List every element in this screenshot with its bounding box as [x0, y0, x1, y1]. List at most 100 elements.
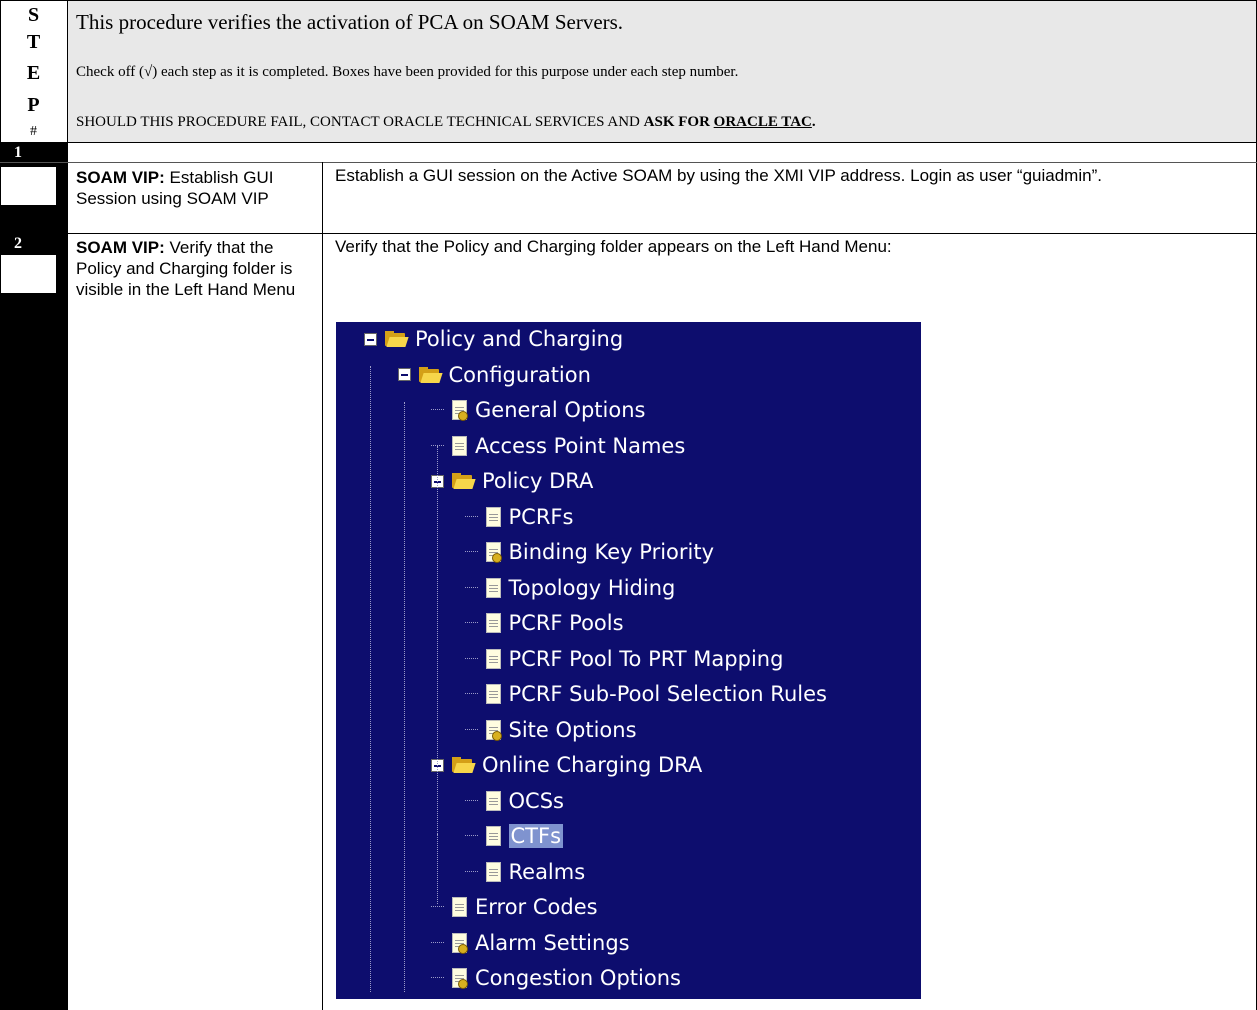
tree-item-access-point-names[interactable]: Access Point Names: [431, 431, 685, 461]
tree-branch: [431, 941, 444, 944]
step-letter-s: S: [27, 4, 40, 26]
document-icon: [485, 506, 501, 527]
row-divider: [0, 233, 1257, 234]
folder-icon: [418, 366, 443, 383]
step-description-label: SOAM VIP:: [76, 168, 165, 187]
document-icon: [485, 684, 501, 704]
row-divider: [0, 162, 1257, 163]
tree-item-label: Topology Hiding: [508, 575, 676, 600]
oracle-tac-link: ORACLE TAC: [713, 114, 812, 130]
tree-item-configuration[interactable]: Configuration: [397, 360, 591, 390]
options-doc-icon: [485, 542, 502, 563]
step-number: 1: [14, 144, 22, 161]
tree-item-label: PCRF Pool To PRT Mapping: [508, 646, 784, 671]
tree-item-ocss[interactable]: OCSs: [464, 786, 564, 816]
tree-item-label: Binding Key Priority: [508, 540, 715, 564]
document-icon: [485, 577, 501, 598]
tree-branch: [464, 657, 478, 660]
tree-item-label: Policy and Charging: [415, 327, 624, 351]
tree-item-general-options[interactable]: General Options: [431, 395, 645, 425]
options-doc-icon: [452, 932, 468, 954]
step-description-label: SOAM VIP:: [76, 238, 165, 257]
step-description: SOAM VIP: Establish GUI Session using SO…: [76, 167, 306, 209]
folder-icon: [385, 331, 409, 347]
tree-item-error-codes[interactable]: Error Codes: [431, 892, 598, 922]
folder-icon: [452, 757, 476, 773]
step-letter-e: E: [26, 62, 41, 84]
tree-item-label: PCRFs: [508, 504, 574, 529]
step-checkbox[interactable]: [1, 167, 56, 205]
document-icon: [452, 435, 467, 456]
table-border-top: [0, 0, 1257, 1]
step-number: 2: [14, 235, 22, 252]
tree-item-label: Online Charging DRA: [482, 753, 703, 777]
tree-branch: [464, 693, 478, 695]
step-checkbox[interactable]: [1, 255, 56, 293]
tree-guide-line: [403, 402, 405, 992]
tree-branch: [464, 870, 478, 873]
tree-item-pcrf-pool-to-prt-mapping[interactable]: PCRF Pool To PRT Mapping: [464, 644, 784, 674]
tree-item-policy-and-charging[interactable]: Policy and Charging: [364, 324, 623, 354]
options-doc-icon: [485, 719, 502, 741]
checkoff-instructions: Check off (√) each step as it is complet…: [76, 64, 739, 80]
tree-item-realms[interactable]: Realms: [464, 857, 586, 887]
tree-item-label: Error Codes: [475, 895, 598, 919]
tree-branch: [464, 622, 478, 624]
tree-item-label: Congestion Options: [475, 966, 681, 990]
tree-item-label: Access Point Names: [475, 433, 686, 458]
warning-text: SHOULD THIS PROCEDURE FAIL, CONTACT ORAC…: [76, 114, 644, 130]
procedure-table: S T E P # This procedure verifies the ac…: [0, 0, 1257, 1010]
step-letter-p: P: [27, 94, 40, 116]
tree-branch: [464, 835, 478, 837]
tree-item-label: OCSs: [508, 788, 564, 813]
tree-item-alarm-settings[interactable]: Alarm Settings: [431, 928, 630, 958]
tree-branch: [464, 728, 478, 731]
tree-item-pcrf-sub-pool-selection-rules[interactable]: PCRF Sub-Pool Selection Rules: [464, 679, 827, 709]
tree-guide-line: [437, 834, 438, 904]
tree-item-label: Configuration: [448, 362, 591, 387]
step-instruction: Establish a GUI session on the Active SO…: [335, 166, 1102, 185]
left-hand-menu-screenshot: Policy and Charging Configuration General …: [336, 322, 921, 999]
tree-branch: [431, 906, 444, 908]
step-hash: #: [30, 124, 37, 139]
step-instruction: Verify that the Policy and Charging fold…: [335, 237, 892, 256]
collapse-icon[interactable]: [397, 368, 411, 381]
tree-guide-line: [370, 366, 371, 992]
document-icon: [485, 826, 501, 846]
tree-item-label: Alarm Settings: [475, 930, 630, 955]
document-icon: [485, 613, 501, 633]
tree-item-online-charging-dra[interactable]: Online Charging DRA: [431, 750, 702, 780]
failure-warning: SHOULD THIS PROCEDURE FAIL, CONTACT ORAC…: [76, 114, 816, 131]
tree-branch: [431, 409, 444, 411]
document-icon: [485, 790, 501, 811]
document-icon: [485, 861, 501, 882]
document-icon: [452, 897, 467, 917]
tree-item-site-options[interactable]: Site Options: [464, 715, 637, 745]
tree-item-label: Realms: [508, 859, 586, 884]
tree-item-label: PCRF Pools: [508, 611, 624, 635]
tree-item-topology-hiding[interactable]: Topology Hiding: [464, 573, 676, 603]
desc-divider: [322, 162, 323, 1010]
options-doc-icon: [452, 968, 468, 989]
warning-ask: ASK FOR ORACLE TAC.: [643, 114, 816, 130]
tree-guide-line: [437, 446, 438, 834]
tree-item-congestion-options[interactable]: Congestion Options: [431, 963, 681, 993]
step-description: SOAM VIP: Verify that the Policy and Cha…: [76, 237, 306, 300]
procedure-intro: This procedure verifies the activation o…: [76, 10, 624, 34]
tree-item-ctfs[interactable]: CTFs: [464, 821, 564, 851]
folder-icon: [452, 473, 476, 489]
tree-item-binding-key-priority[interactable]: Binding Key Priority: [464, 537, 715, 567]
tree-branch: [464, 799, 478, 802]
tree-item-label: CTFs: [508, 824, 564, 848]
collapse-icon[interactable]: [364, 332, 377, 346]
tree-branch: [431, 977, 444, 979]
tree-item-pcrf-pools[interactable]: PCRF Pools: [464, 608, 624, 638]
tree-item-pcrfs[interactable]: PCRFs: [464, 502, 574, 532]
tree-branch: [464, 551, 478, 553]
tree-item-label: Policy DRA: [482, 469, 594, 493]
header-divider: [0, 142, 1257, 143]
tree-item-policy-dra[interactable]: Policy DRA: [431, 466, 593, 496]
tree-branch: [464, 515, 478, 518]
document-icon: [485, 648, 501, 669]
step-letter-t: T: [26, 31, 41, 53]
